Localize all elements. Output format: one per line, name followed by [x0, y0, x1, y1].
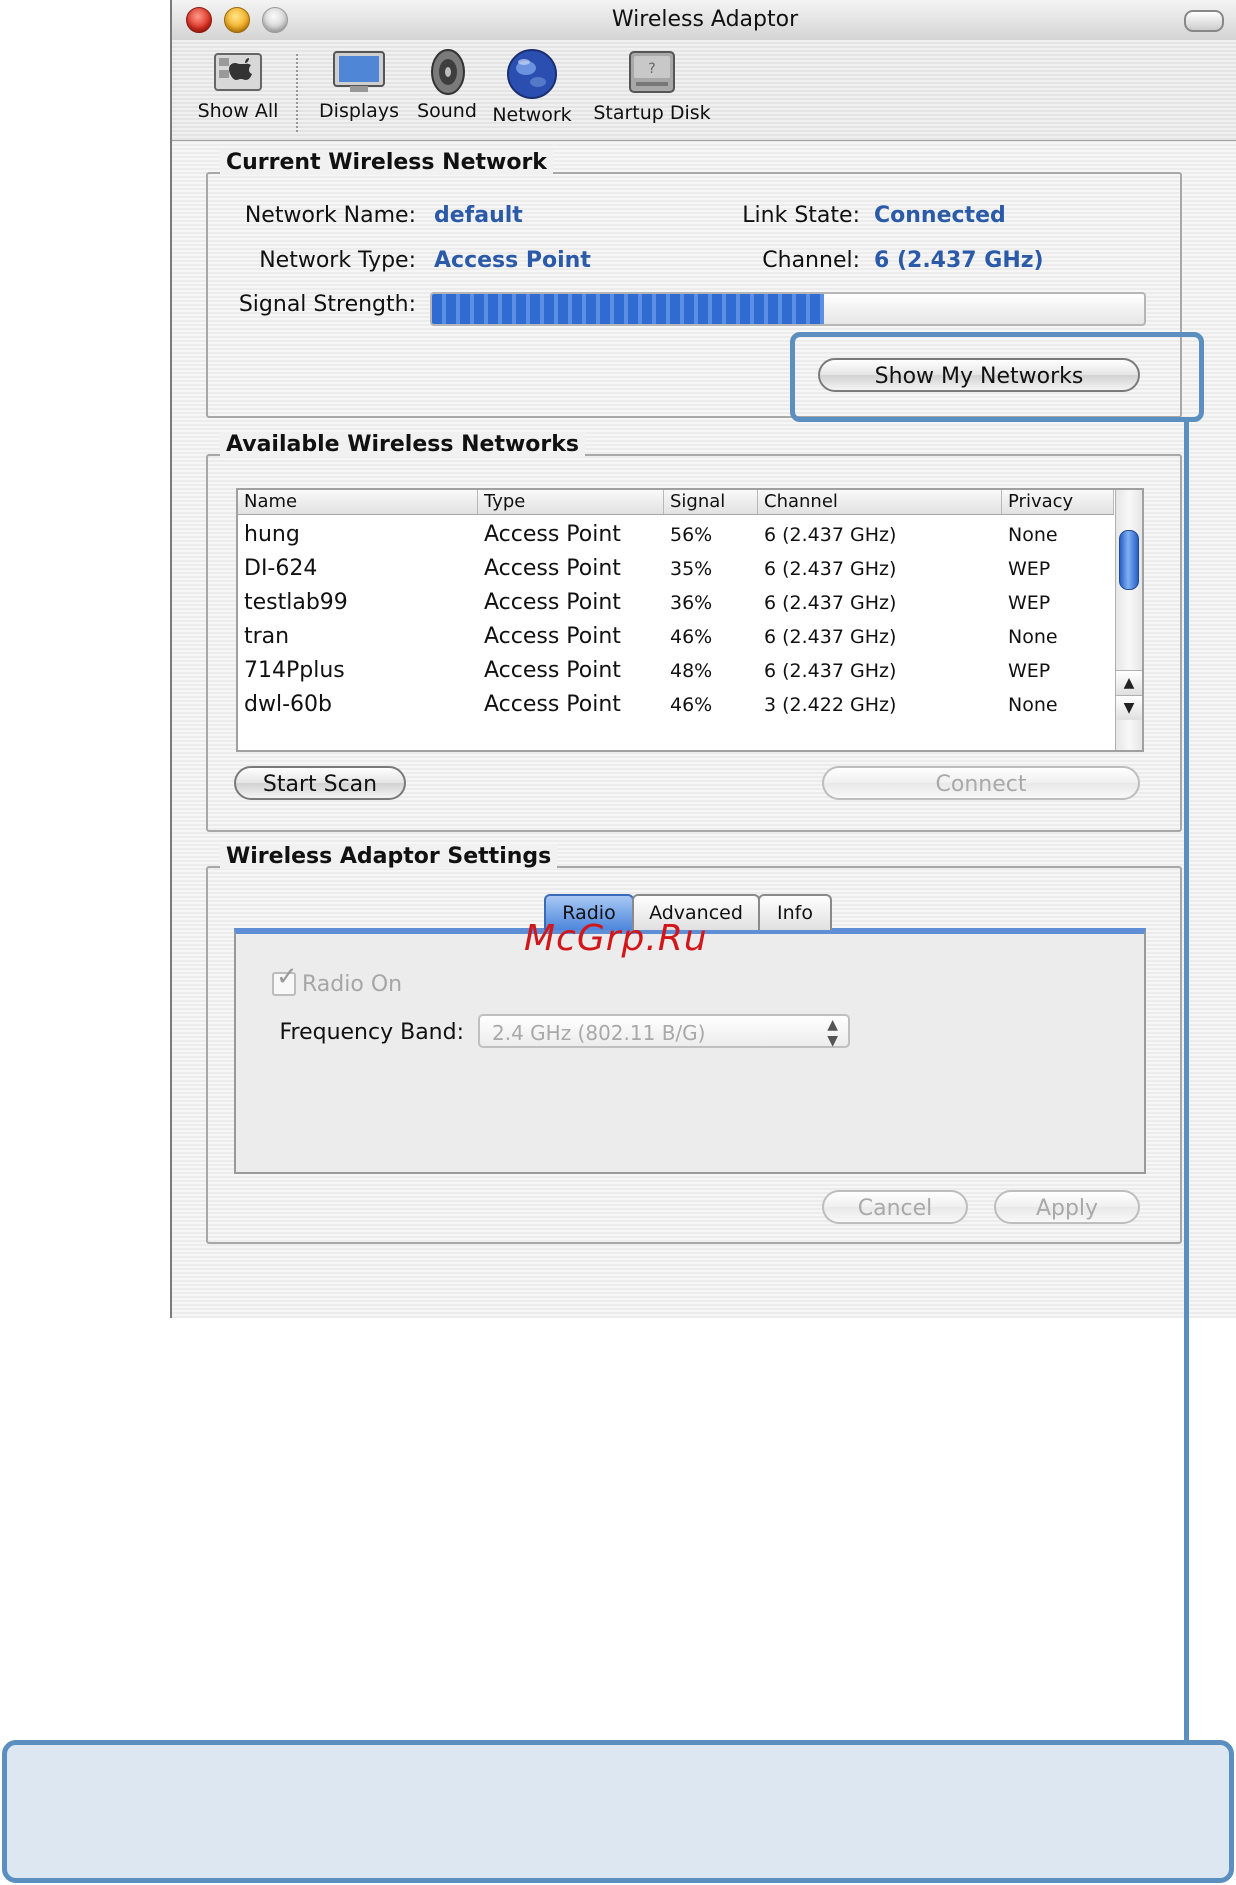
cell-signal: 48%	[670, 660, 713, 682]
column-header-signal[interactable]: Signal	[664, 490, 758, 514]
cell-type: Access Point	[484, 556, 621, 581]
radio-tab-pane	[234, 928, 1146, 1174]
channel-value: 6 (2.437 GHz)	[874, 248, 1044, 273]
link-state-label: Link State:	[742, 203, 860, 228]
speaker-icon	[431, 49, 465, 95]
cell-type: Access Point	[484, 692, 621, 717]
available-networks-title: Available Wireless Networks	[220, 432, 585, 457]
cell-name: testlab99	[244, 590, 348, 615]
toolbar-sound[interactable]: Sound	[412, 48, 482, 122]
table-row[interactable]: DI-624 Access Point 35% 6 (2.437 GHz) WE…	[238, 552, 1114, 586]
scrollbar-thumb[interactable]	[1119, 530, 1139, 590]
cell-privacy: WEP	[1008, 660, 1051, 682]
toolbar-displays-label: Displays	[319, 100, 399, 122]
frequency-band-value: 2.4 GHz (802.11 B/G)	[492, 1021, 706, 1045]
toolbar-network[interactable]: Network	[490, 48, 574, 126]
cancel-button[interactable]: Cancel	[822, 1190, 968, 1224]
window-title: Wireless Adaptor	[611, 7, 799, 32]
toolbar-toggle-button[interactable]	[1184, 10, 1224, 32]
cell-signal: 36%	[670, 592, 713, 614]
cell-privacy: None	[1008, 626, 1058, 648]
toolbar-network-label: Network	[492, 104, 572, 126]
svg-text:?: ?	[648, 61, 655, 77]
cell-signal: 35%	[670, 558, 713, 580]
signal-strength-label: Signal Strength:	[238, 292, 416, 317]
callout-highlight-box	[790, 332, 1204, 422]
connect-button[interactable]: Connect	[822, 766, 1140, 800]
callout-connector-line	[1184, 422, 1189, 1742]
toolbar-sound-label: Sound	[417, 100, 477, 122]
networks-table-header: Name Type Signal Channel Privacy	[238, 490, 1114, 515]
column-header-channel[interactable]: Channel	[758, 490, 1002, 514]
channel-label: Channel:	[762, 248, 860, 273]
column-header-name[interactable]: Name	[238, 490, 478, 514]
hard-disk-icon: ?	[629, 51, 675, 93]
cell-privacy: None	[1008, 524, 1058, 546]
signal-strength-fill	[432, 294, 824, 324]
apple-show-all-icon	[214, 53, 262, 91]
toolbar-show-all-label: Show All	[197, 100, 279, 122]
table-scrollbar[interactable]: ▲ ▼	[1115, 490, 1142, 750]
prefs-toolbar: Show All Displays Sound Network ? Startu…	[172, 40, 1236, 141]
cell-channel: 6 (2.437 GHz)	[764, 592, 897, 614]
cell-channel: 6 (2.437 GHz)	[764, 524, 897, 546]
cell-type: Access Point	[484, 658, 621, 683]
checkmark-icon: ✓	[276, 962, 298, 992]
scroll-down-arrow-icon[interactable]: ▼	[1116, 695, 1142, 720]
cell-privacy: WEP	[1008, 558, 1051, 580]
cell-channel: 6 (2.437 GHz)	[764, 626, 897, 648]
frequency-band-select[interactable]: 2.4 GHz (802.11 B/G) ▲ ▼	[478, 1014, 850, 1049]
cell-name: hung	[244, 522, 300, 547]
cell-type: Access Point	[484, 590, 621, 615]
column-header-type[interactable]: Type	[478, 490, 664, 514]
cell-name: tran	[244, 624, 290, 649]
callout-note-box	[2, 1740, 1234, 1883]
network-name-label: Network Name:	[244, 203, 416, 228]
signal-strength-bar	[430, 292, 1146, 326]
cell-type: Access Point	[484, 624, 621, 649]
cell-signal: 46%	[670, 626, 713, 648]
start-scan-button[interactable]: Start Scan	[234, 766, 406, 800]
current-network-title: Current Wireless Network	[220, 150, 553, 175]
select-updown-arrows-icon: ▲ ▼	[827, 1017, 838, 1049]
toolbar-startup-disk[interactable]: ? Startup Disk	[590, 48, 714, 124]
table-row[interactable]: hung Access Point 56% 6 (2.437 GHz) None	[238, 518, 1114, 552]
toolbar-separator	[296, 54, 298, 132]
cell-name: dwl-60b	[244, 692, 332, 717]
network-type-value: Access Point	[434, 248, 591, 273]
toolbar-displays[interactable]: Displays	[314, 48, 404, 122]
radio-on-checkbox[interactable]: ✓	[272, 964, 298, 996]
network-name-value: default	[434, 203, 523, 228]
cell-type: Access Point	[484, 522, 621, 547]
table-row[interactable]: 714Pplus Access Point 48% 6 (2.437 GHz) …	[238, 654, 1114, 688]
cell-privacy: WEP	[1008, 592, 1051, 614]
column-header-privacy[interactable]: Privacy	[1002, 490, 1114, 514]
title-bar: Wireless Adaptor	[172, 0, 1236, 41]
scroll-up-arrow-icon[interactable]: ▲	[1116, 670, 1142, 695]
adaptor-settings-title: Wireless Adaptor Settings	[220, 844, 558, 869]
cell-signal: 46%	[670, 694, 713, 716]
link-state-value: Connected	[874, 203, 1006, 228]
radio-on-label: Radio On	[302, 972, 403, 997]
apply-button[interactable]: Apply	[994, 1190, 1140, 1224]
cell-signal: 56%	[670, 524, 713, 546]
toolbar-show-all[interactable]: Show All	[190, 48, 286, 122]
frequency-band-label: Frequency Band:	[279, 1020, 464, 1045]
table-row[interactable]: dwl-60b Access Point 46% 3 (2.422 GHz) N…	[238, 688, 1114, 722]
tab-info[interactable]: Info	[758, 894, 832, 930]
monitor-icon	[333, 51, 385, 92]
networks-table: Name Type Signal Channel Privacy hung Ac…	[236, 488, 1144, 752]
cell-privacy: None	[1008, 694, 1058, 716]
cell-channel: 3 (2.422 GHz)	[764, 694, 897, 716]
cell-name: 714Pplus	[244, 658, 345, 683]
cell-channel: 6 (2.437 GHz)	[764, 660, 897, 682]
table-row[interactable]: testlab99 Access Point 36% 6 (2.437 GHz)…	[238, 586, 1114, 620]
network-type-label: Network Type:	[259, 248, 416, 273]
toolbar-startup-disk-label: Startup Disk	[593, 102, 711, 124]
globe-icon	[507, 49, 557, 99]
cell-channel: 6 (2.437 GHz)	[764, 558, 897, 580]
cell-name: DI-624	[244, 556, 318, 581]
table-row[interactable]: tran Access Point 46% 6 (2.437 GHz) None	[238, 620, 1114, 654]
watermark-text: McGrp.Ru	[524, 918, 708, 959]
